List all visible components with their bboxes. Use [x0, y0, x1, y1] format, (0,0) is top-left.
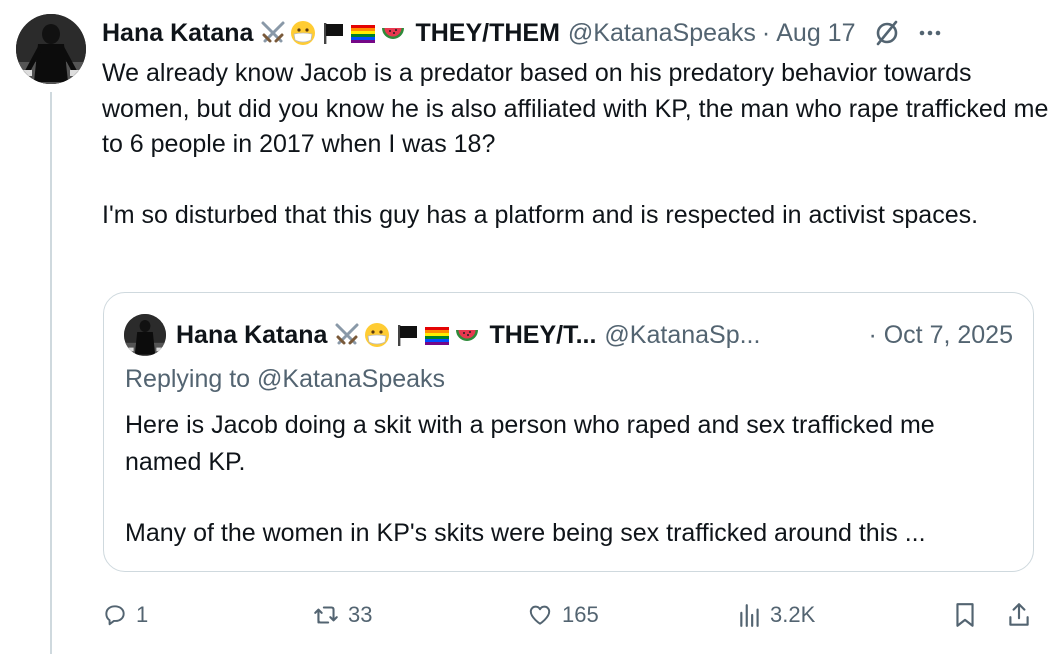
tweet-header: Hana Katana THEY/THEM @KatanaSpeaks · Au… [102, 14, 1044, 52]
quoted-paragraph: Here is Jacob doing a skit with a person… [125, 411, 935, 476]
watermelon-icon [382, 28, 405, 39]
quoted-avatar-image [124, 314, 166, 356]
medical-mask-face-icon [291, 21, 316, 45]
quoted-emoji-row [333, 321, 481, 349]
black-flag-icon [324, 23, 344, 44]
share-icon [1009, 603, 1029, 626]
avatar-image [16, 14, 86, 84]
bookmark-icon [956, 603, 974, 627]
author-name[interactable]: Hana Katana [102, 19, 253, 48]
emoji-row [259, 19, 407, 47]
reply-count: 1 [136, 602, 149, 627]
quoted-tweet[interactable]: Hana Katana THEY/T... @KatanaSp... · Oct… [103, 292, 1034, 572]
avatar[interactable] [16, 14, 86, 84]
bookmark-button[interactable] [952, 596, 978, 634]
quoted-paragraph: Many of the women in KP's skits were bei… [125, 519, 926, 547]
replying-prefix: Replying to [125, 365, 258, 393]
tweet-paragraph: We already know Jacob is a predator base… [102, 59, 1049, 158]
view-count: 3.2K [770, 602, 816, 627]
crossed-swords-icon [335, 323, 359, 345]
more-options-icon[interactable] [916, 19, 944, 47]
heart-icon [529, 605, 551, 625]
author-handle[interactable]: @KatanaSpeaks [568, 19, 756, 48]
watermelon-icon [456, 330, 479, 341]
quoted-avatar [124, 314, 166, 356]
quoted-header: Hana Katana THEY/T... @KatanaSp... · Oct… [124, 314, 1013, 356]
thread-line [50, 92, 52, 654]
repost-button[interactable]: 33 [312, 596, 372, 634]
reply-button[interactable]: 1 [102, 596, 148, 634]
action-bar: 1 33 165 3.2K [102, 596, 1042, 634]
repost-icon [314, 606, 338, 624]
repost-count: 33 [348, 602, 373, 627]
rainbow-flag-icon [425, 327, 450, 345]
crossed-swords-icon [261, 21, 285, 43]
quoted-date: · Oct 7, 2025 [868, 320, 1013, 349]
quoted-handle: @KatanaSp... [604, 320, 761, 349]
separator: · [761, 18, 771, 47]
replying-handle[interactable]: @KatanaSpeaks [257, 365, 445, 393]
grok-icon[interactable] [872, 18, 902, 48]
tweet-paragraph: I'm so disturbed that this guy has a pla… [102, 200, 979, 229]
like-button[interactable]: 165 [526, 596, 599, 634]
reply-icon [105, 605, 125, 626]
tweet-date[interactable]: Aug 17 [776, 19, 855, 48]
pronouns: THEY/THEM [415, 18, 560, 47]
replying-to: Replying to @KatanaSpeaks [125, 365, 445, 394]
medical-mask-face-icon [365, 323, 390, 347]
analytics-icon [740, 604, 759, 627]
quoted-pronouns: THEY/T... [489, 320, 597, 349]
quoted-text: Here is Jacob doing a skit with a person… [125, 407, 1005, 552]
share-button[interactable] [1006, 596, 1032, 634]
tweet-text: We already know Jacob is a predator base… [102, 56, 1052, 233]
black-flag-icon [398, 325, 418, 346]
quoted-author-name: Hana Katana [176, 320, 328, 349]
like-count: 165 [562, 602, 599, 627]
rainbow-flag-icon [351, 25, 376, 43]
views-button[interactable]: 3.2K [738, 596, 815, 634]
